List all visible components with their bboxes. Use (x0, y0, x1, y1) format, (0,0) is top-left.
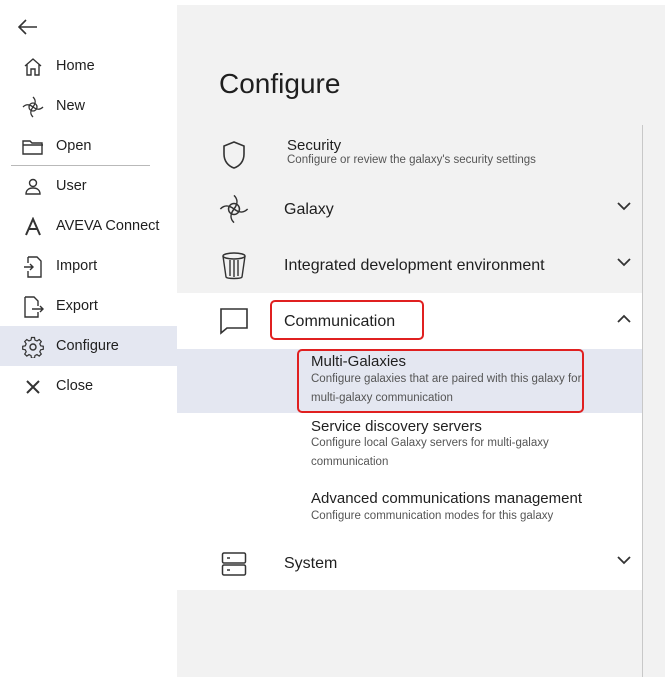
server-icon (219, 549, 249, 579)
sidebar-item-home[interactable]: Home (0, 46, 177, 86)
galaxy-icon (219, 194, 249, 224)
chevron-up-icon[interactable] (615, 309, 633, 327)
sidebar-item-label: Home (56, 58, 95, 74)
sidebar-item-label: Open (56, 138, 92, 154)
ide-icon (219, 251, 249, 281)
communication-item-service-discovery[interactable]: Service discovery servers Configure loca… (177, 413, 642, 477)
section-system[interactable]: System (177, 542, 642, 586)
sidebar-item-label: AVEVA Connect (56, 218, 160, 234)
page-title: Configure (219, 68, 341, 99)
communication-item-advanced-management[interactable]: Advanced communications management Confi… (177, 485, 642, 529)
section-title: Galaxy (284, 201, 334, 218)
scrollbar[interactable] (642, 125, 643, 677)
shield-icon (219, 140, 249, 170)
sidebar-item-label: Export (56, 298, 98, 314)
aveva-icon (22, 216, 44, 238)
folder-icon (22, 136, 44, 158)
item-title: Service discovery servers (311, 418, 482, 435)
gear-icon (22, 336, 44, 358)
sidebar-item-label: User (56, 178, 87, 194)
sidebar: Home New Open User AVEVA Connect Import (0, 0, 177, 677)
section-title: Security (287, 137, 342, 154)
chevron-down-icon[interactable] (615, 551, 633, 569)
section-security[interactable]: Security Configure or review the galaxy'… (177, 130, 642, 182)
home-icon (22, 56, 44, 78)
sidebar-item-aveva-connect[interactable]: AVEVA Connect (0, 206, 177, 246)
sidebar-item-label: Import (56, 258, 98, 274)
sidebar-item-import[interactable]: Import (0, 246, 177, 286)
chevron-down-icon[interactable] (615, 253, 633, 271)
import-icon (22, 256, 44, 278)
chat-icon (219, 306, 249, 336)
section-galaxy[interactable]: Galaxy (177, 188, 642, 232)
galaxy-icon (22, 96, 44, 118)
sidebar-item-user[interactable]: User (0, 166, 177, 206)
item-description: Configure galaxies that are paired with … (311, 373, 582, 404)
section-title: System (284, 555, 338, 572)
sidebar-item-close[interactable]: Close (0, 366, 177, 406)
close-icon (22, 376, 44, 398)
sidebar-item-configure[interactable]: Configure (0, 326, 177, 366)
item-description: Configure communication modes for this g… (311, 510, 554, 522)
item-title: Advanced communications management (311, 490, 582, 507)
section-title: Communication (284, 313, 396, 330)
arrow-left-icon (18, 19, 37, 35)
item-title: Multi-Galaxies (311, 353, 407, 370)
sidebar-item-open[interactable]: Open (0, 126, 177, 166)
back-button[interactable] (16, 16, 40, 38)
chevron-down-icon[interactable] (615, 197, 633, 215)
sidebar-item-new[interactable]: New (0, 86, 177, 126)
item-description: Configure local Galaxy servers for multi… (311, 437, 549, 468)
section-ide[interactable]: Integrated development environment (177, 244, 642, 288)
communication-item-multi-galaxies[interactable]: Multi-Galaxies Configure galaxies that a… (177, 349, 642, 413)
sidebar-item-label: Close (56, 378, 94, 394)
user-icon (22, 176, 44, 198)
section-title: Integrated development environment (284, 257, 545, 274)
section-communication[interactable]: Communication (177, 300, 642, 344)
sidebar-item-export[interactable]: Export (0, 286, 177, 326)
section-description: Configure or review the galaxy's securit… (287, 154, 536, 166)
sidebar-item-label: Configure (56, 338, 119, 354)
export-icon (22, 296, 44, 318)
sidebar-item-label: New (56, 98, 86, 114)
